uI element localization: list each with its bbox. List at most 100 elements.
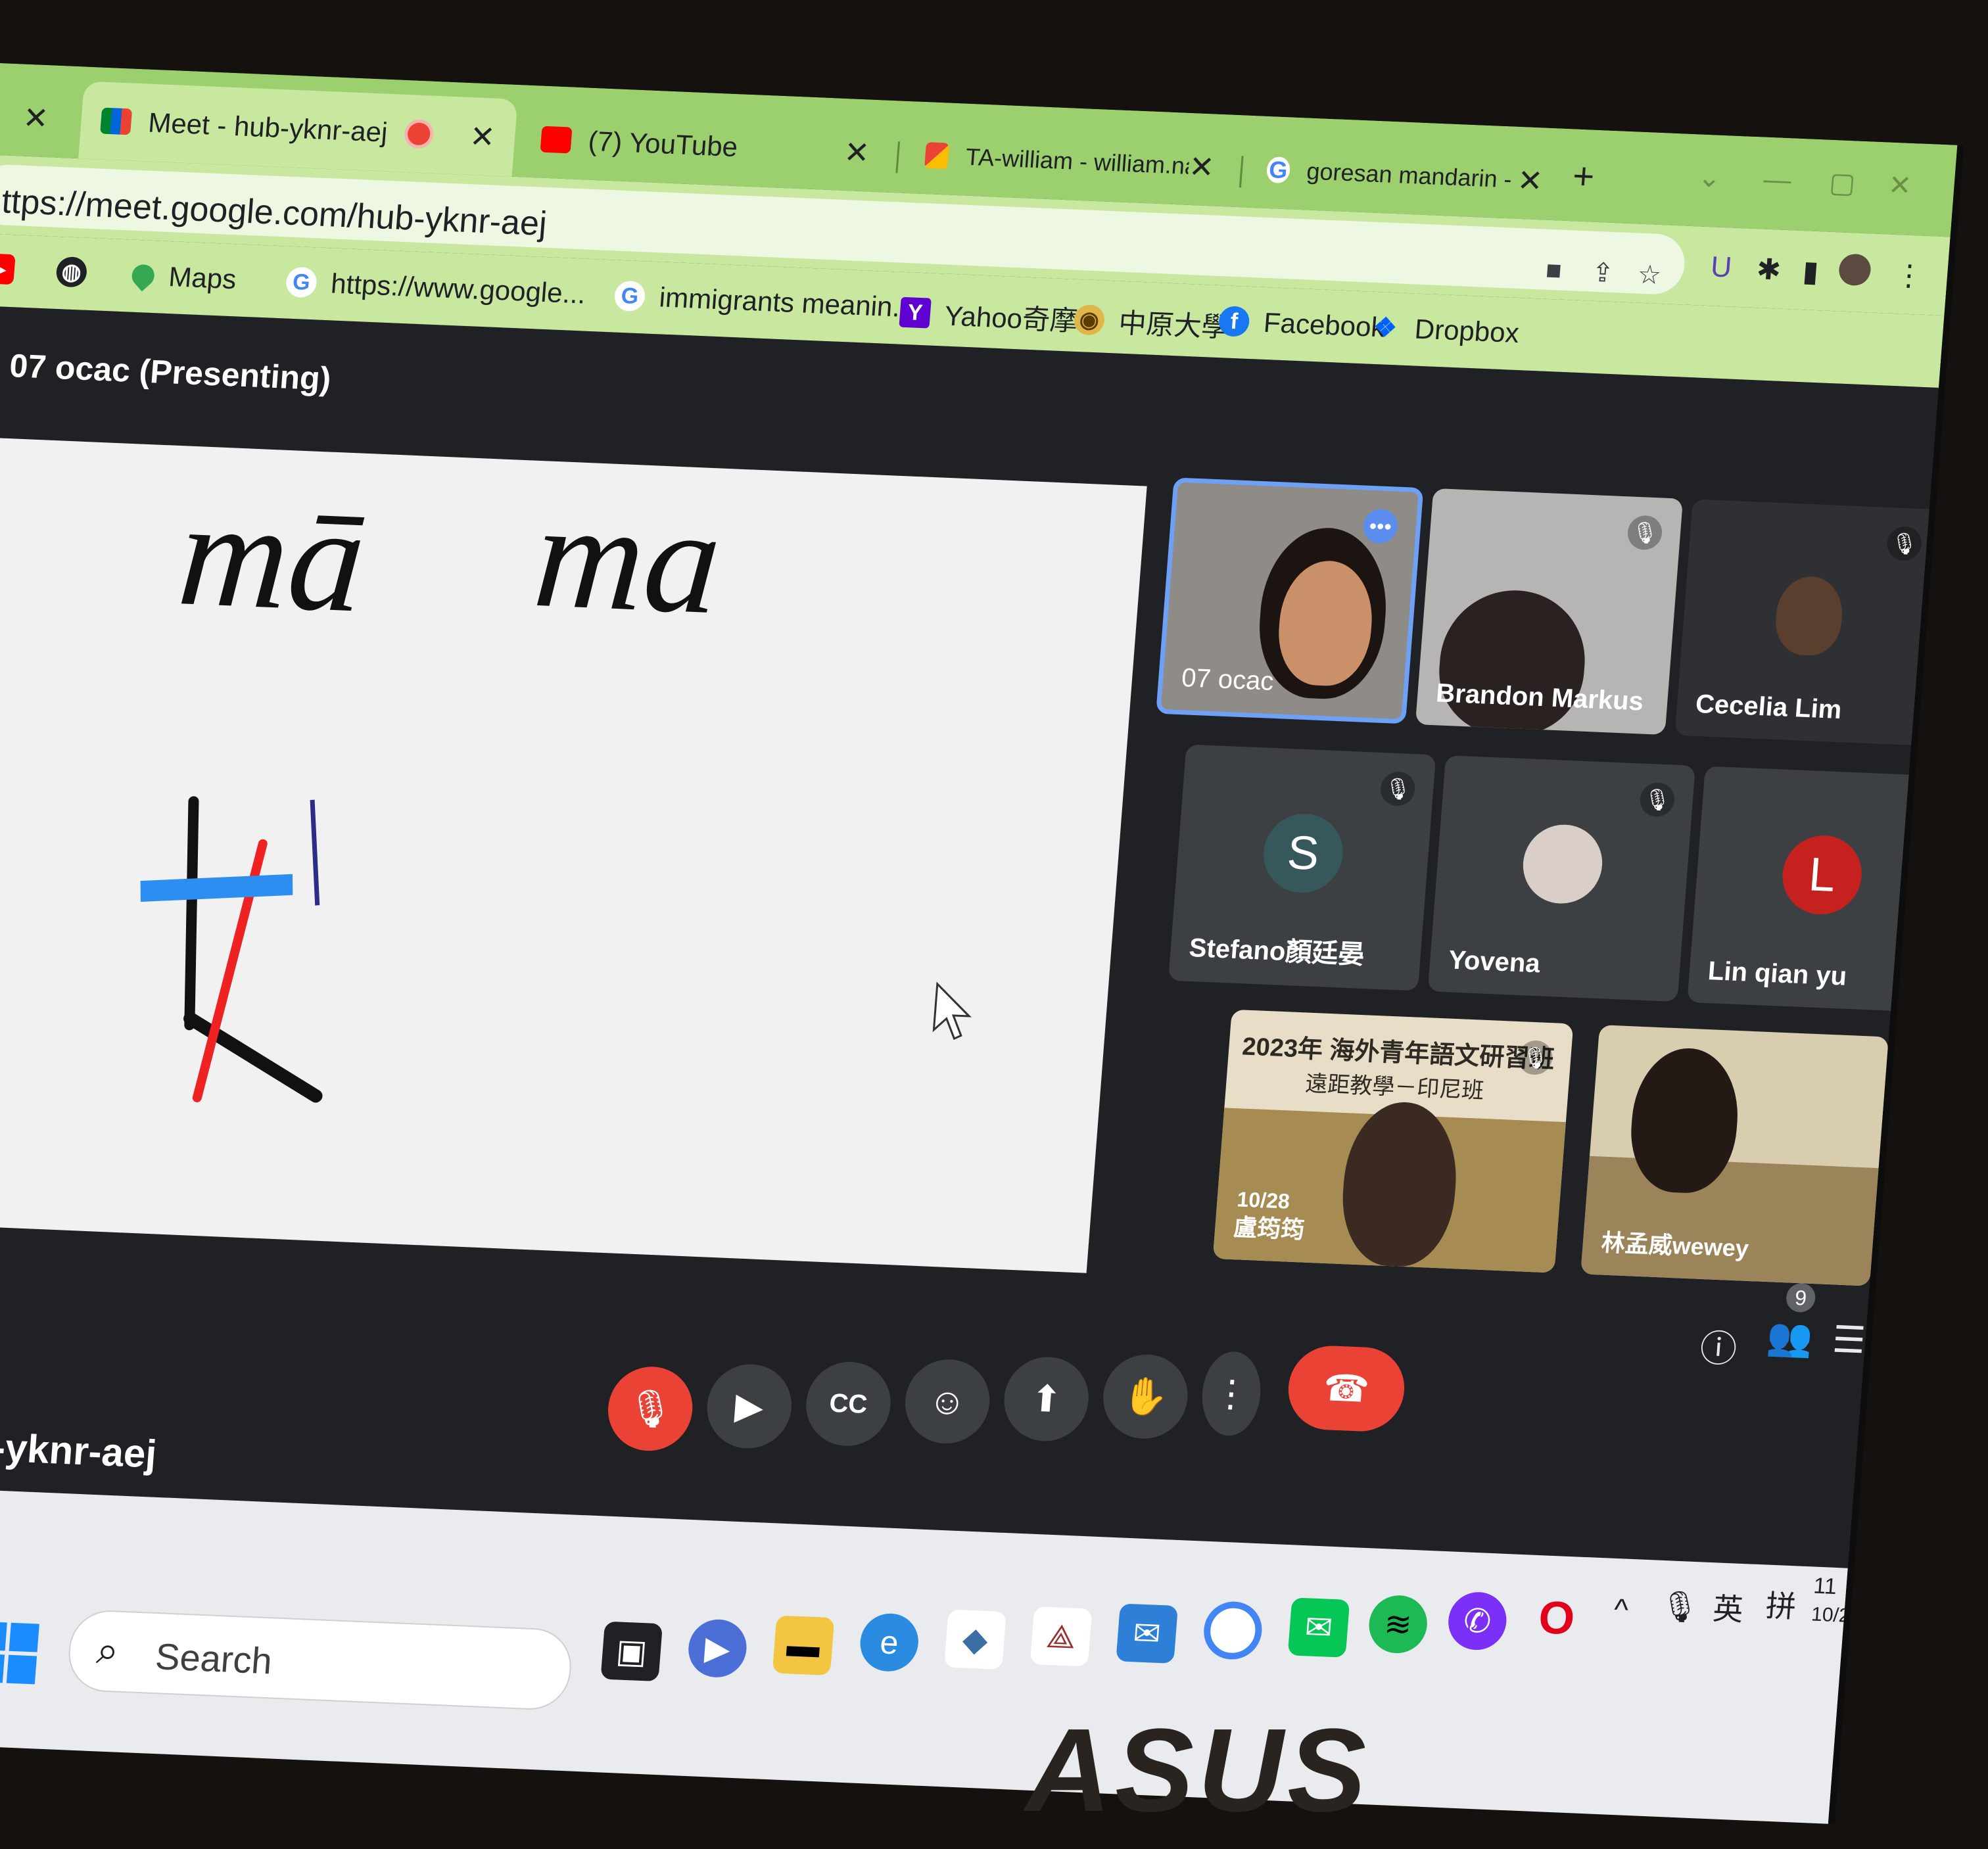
captions-button[interactable]: CC	[803, 1360, 894, 1448]
search-box[interactable]: ⌕ Search	[66, 1608, 575, 1712]
viber-icon[interactable]: ✆	[1446, 1591, 1509, 1651]
ime-mode[interactable]: 英	[1711, 1585, 1745, 1629]
bookmark-globe[interactable]: ◍	[55, 256, 102, 289]
mic-off-icon: 🎙	[625, 1386, 676, 1430]
google-icon: G	[285, 266, 318, 298]
participant-tile[interactable]: 🎙 Cecelia Lim	[1674, 499, 1943, 746]
tab-youtube[interactable]: (7) YouTube ✕	[519, 99, 893, 192]
close-icon[interactable]: ✕	[1188, 149, 1216, 185]
screen: ✕ Meet - hub-yknr-aej ✕ (7) YouTube ✕ TA…	[0, 63, 1964, 1825]
whiteboard-text: mā	[174, 469, 371, 644]
more-options-icon[interactable]: •••	[1361, 508, 1399, 544]
tab-divider	[895, 141, 901, 174]
close-icon[interactable]: ✕	[22, 100, 50, 136]
chrome-icon[interactable]	[1201, 1600, 1264, 1661]
clock-time[interactable]: 11	[1812, 1574, 1837, 1600]
window-close-icon[interactable]: ✕	[1887, 169, 1913, 202]
app-icon[interactable]: ⟁	[1030, 1606, 1093, 1667]
extension-icon[interactable]: U	[1709, 250, 1733, 284]
bookmark-yahoo[interactable]: Y Yahoo奇摩	[899, 292, 1079, 339]
participant-name: Lin qian yu	[1707, 956, 1848, 991]
bookmark-star-icon[interactable]: ☆	[1636, 260, 1662, 291]
new-tab-button[interactable]: +	[1571, 154, 1596, 197]
gmail-icon	[924, 142, 950, 170]
opera-icon[interactable]: O	[1526, 1587, 1588, 1647]
bookmark-maps[interactable]: Maps	[127, 260, 237, 296]
meet-icon	[100, 107, 133, 135]
bookmark-label: immigrants meanin...	[658, 281, 917, 323]
bookmark-youtube[interactable]: ▶	[0, 253, 30, 285]
hang-up-icon: ☎	[1321, 1367, 1371, 1410]
participant-tile[interactable]: ••• 07 ocac	[1156, 477, 1424, 724]
present-button[interactable]: ⬆	[1001, 1355, 1092, 1443]
leave-call-button[interactable]: ☎	[1285, 1344, 1408, 1434]
mic-off-icon: 🎙	[1626, 515, 1663, 551]
tab-google-search[interactable]: G goresan mandarin - Go ✕	[1244, 130, 1566, 221]
whiteboard-drawing: mā ma	[140, 469, 972, 1103]
task-view-icon[interactable]: ▣	[600, 1621, 663, 1682]
edge-icon[interactable]: e	[858, 1612, 921, 1673]
close-icon[interactable]: ✕	[1516, 162, 1544, 199]
url-text[interactable]: https://meet.google.com/hub-yknr-aej	[0, 181, 548, 244]
bookmark-dropbox[interactable]: ❖ Dropbox	[1369, 312, 1520, 349]
bookmark-cycu[interactable]: ◉ 中原大學	[1073, 299, 1231, 346]
microphone-icon[interactable]: 🎙	[1659, 1588, 1701, 1626]
participant-name: Cecelia Lim	[1694, 689, 1843, 725]
camera-icon: ▶	[733, 1384, 765, 1428]
raise-hand-button[interactable]: ✋	[1100, 1353, 1191, 1441]
participant-tile[interactable]: S 🎙 Stefano顏廷晏	[1168, 744, 1436, 991]
participant-name: Yovena	[1447, 945, 1542, 979]
minimize-icon[interactable]: —	[1763, 164, 1793, 197]
bookmark-google[interactable]: Ghttps://www.google...	[285, 266, 586, 310]
emoji-icon: ☺	[927, 1380, 968, 1423]
python-icon[interactable]: ◆	[944, 1609, 1006, 1670]
camera-button[interactable]: ▶	[703, 1362, 795, 1451]
side-panel-icon[interactable]: ▮	[1801, 254, 1820, 289]
file-explorer-icon[interactable]: ▬	[772, 1615, 835, 1676]
participant-tile[interactable]: 2023年 海外青年語文研習班 遠距教學－印尼班 10/28 🎙 盧筠筠	[1212, 1009, 1574, 1273]
tab-label: Meet - hub-yknr-aej	[147, 106, 389, 148]
search-placeholder: Search	[154, 1635, 274, 1682]
mail-icon[interactable]: ✉	[1116, 1603, 1179, 1664]
participant-name: Stefano顏廷晏	[1188, 933, 1366, 970]
maximize-icon[interactable]: ▢	[1828, 166, 1857, 200]
tab-label: goresan mandarin - Go	[1306, 157, 1519, 193]
chevron-down-icon[interactable]: ⌄	[1697, 160, 1722, 193]
more-options-button[interactable]: ⋮	[1199, 1350, 1264, 1437]
tab-gmail[interactable]: TA-william - william.nath ✕	[903, 116, 1237, 207]
bookmark-label: 中原大學	[1117, 307, 1231, 343]
chevron-up-icon[interactable]: ^	[1613, 1591, 1630, 1627]
bookmark-immigrants[interactable]: Gimmigrants meanin...	[613, 280, 916, 324]
share-icon[interactable]: ⇪	[1590, 258, 1615, 289]
participant-tile[interactable]: 🎙 Yovena	[1427, 755, 1695, 1002]
cat-avatar	[1520, 823, 1605, 906]
university-seal-icon: ◉	[1073, 304, 1106, 336]
participant-tile[interactable]: 林孟威wewey	[1580, 1025, 1889, 1286]
camera-in-use-icon[interactable]: ■	[1545, 256, 1563, 286]
windows-start-icon[interactable]	[0, 1621, 39, 1685]
participant-video	[1773, 575, 1845, 657]
ime-input[interactable]: 拼	[1764, 1582, 1798, 1627]
close-icon[interactable]: ✕	[843, 134, 871, 170]
tab-label: TA-william - william.nath	[964, 143, 1191, 180]
more-menu-icon[interactable]: ⋮	[1893, 258, 1925, 293]
profile-avatar[interactable]	[1837, 253, 1872, 287]
bookmark-facebook[interactable]: f Facebook	[1218, 305, 1386, 343]
participant-name: 盧筠筠	[1232, 1213, 1306, 1244]
spotify-icon[interactable]: ≋	[1367, 1594, 1429, 1654]
clock-date[interactable]: 10/2	[1810, 1603, 1851, 1627]
youtube-icon: ▶	[0, 253, 16, 285]
people-icon[interactable]: 👥	[1765, 1315, 1814, 1360]
tab-close-left[interactable]: ✕	[0, 78, 71, 158]
info-icon[interactable]: ⓘ	[1698, 1319, 1739, 1373]
meet-now-icon[interactable]: ▶	[686, 1618, 749, 1679]
mic-off-button[interactable]: 🎙	[605, 1365, 696, 1453]
puzzle-icon[interactable]: ✱	[1755, 252, 1782, 287]
participant-tile[interactable]: 🎙 Brandon Markus	[1415, 488, 1684, 735]
poster-band	[1580, 1156, 1879, 1286]
reactions-button[interactable]: ☺	[902, 1357, 993, 1445]
close-icon[interactable]: ✕	[469, 118, 497, 154]
chat-icon[interactable]: ☰	[1831, 1318, 1867, 1363]
line-icon[interactable]: ✉	[1287, 1597, 1350, 1658]
meeting-code: hub-yknr-aej	[0, 1422, 158, 1476]
